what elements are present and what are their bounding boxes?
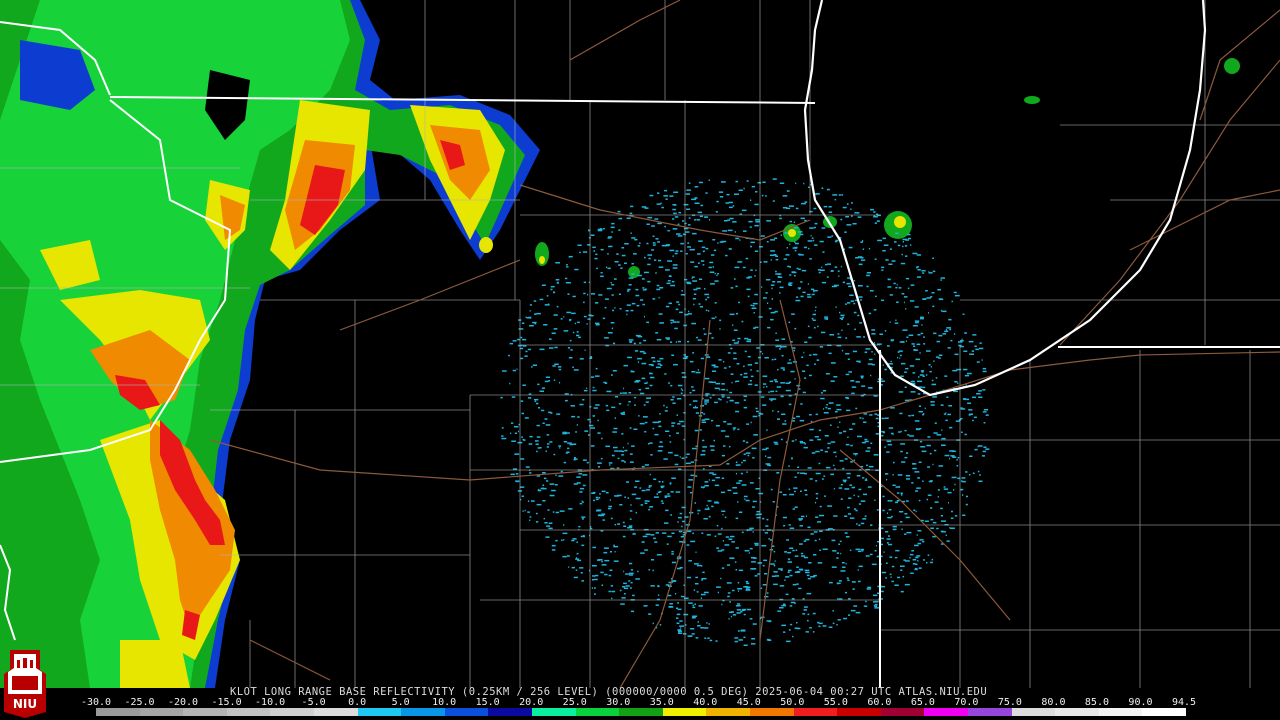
scale-label: 50.0: [780, 697, 805, 708]
scale-label: 70.0: [954, 697, 979, 708]
scale-label: -10.0: [255, 697, 286, 708]
scale-segment: [619, 708, 664, 716]
scale-segment: [924, 708, 969, 716]
scale-segment: [96, 708, 141, 716]
scale-segment: [880, 708, 925, 716]
scale-label: -20.0: [167, 697, 199, 708]
scale-segment: [357, 708, 402, 716]
scale-label: 0.0: [348, 697, 367, 708]
scale-label: -30.0: [80, 697, 112, 708]
svg-text:NIU: NIU: [13, 697, 37, 711]
scale-label: 25.0: [562, 697, 587, 708]
scale-label: -25.0: [124, 697, 155, 708]
scale-label: -5.0: [301, 697, 326, 708]
scale-segment: [1142, 708, 1187, 716]
scale-segment: [1011, 708, 1056, 716]
scale-segment: [706, 708, 751, 716]
scale-label: 20.0: [519, 697, 544, 708]
scale-label: -15.0: [211, 697, 242, 708]
scale-label: 94.5: [1171, 697, 1197, 708]
niu-logo: NIU: [4, 650, 46, 718]
scale-label: 60.0: [867, 697, 892, 708]
scale-label: 45.0: [736, 697, 761, 708]
scale-label: 35.0: [649, 697, 674, 708]
scale-segment: [750, 708, 795, 716]
scale-label: 85.0: [1084, 697, 1109, 708]
scale-label: 90.0: [1128, 697, 1153, 708]
scale-segment: [662, 708, 707, 716]
scale-label: 15.0: [475, 697, 500, 708]
scale-segment: [139, 708, 184, 716]
scale-label: 65.0: [910, 697, 935, 708]
scale-segment: [444, 708, 489, 716]
scale-segment: [1055, 708, 1100, 716]
scale-segment: [488, 708, 533, 716]
scale-segment: [183, 708, 228, 716]
scale-label: 30.0: [606, 697, 631, 708]
scale-segment: [226, 708, 271, 716]
radar-map: [0, 0, 1280, 688]
scale-segment: [837, 708, 882, 716]
scale-label: 5.0: [391, 697, 410, 708]
scale-label: 55.0: [823, 697, 848, 708]
scale-segment: [793, 708, 838, 716]
scale-segment: [314, 708, 359, 716]
scale-label: 10.0: [432, 697, 457, 708]
scale-label: 75.0: [997, 697, 1022, 708]
scale-segment: [401, 708, 446, 716]
scale-label: 40.0: [693, 697, 718, 708]
scale-segment: [270, 708, 315, 716]
scale-segment: [968, 708, 1013, 716]
scale-labels: -30.0 -25.0 -20.0 -15.0 -10.0 -5.0 0.0 5.0 10.0 1…: [81, 697, 1197, 708]
reflectivity-color-scale: [96, 708, 1187, 716]
scale-label: 80.0: [1041, 697, 1066, 708]
scale-segment: [532, 708, 577, 716]
scale-segment: [1098, 708, 1143, 716]
scale-segment: [575, 708, 620, 716]
